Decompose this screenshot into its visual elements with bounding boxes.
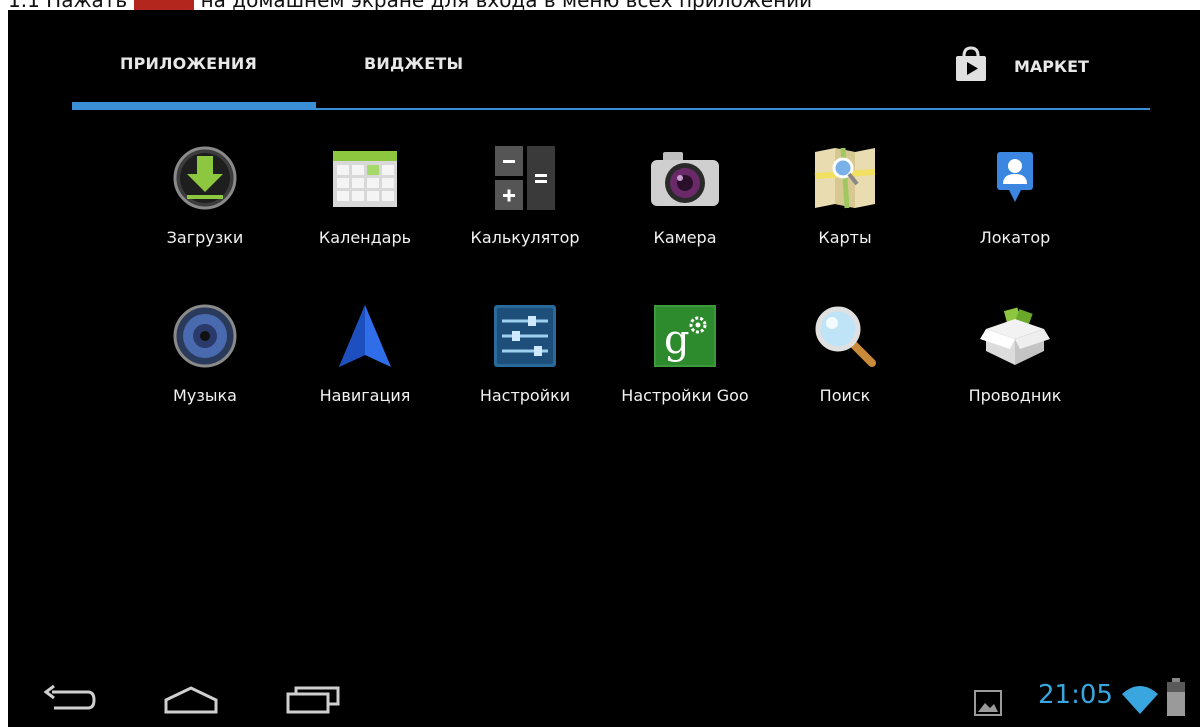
app-label: Карты (818, 228, 872, 247)
camera-icon (649, 142, 721, 214)
back-icon (43, 684, 96, 710)
app-label: Поиск (819, 386, 871, 405)
maps-icon (809, 142, 881, 214)
app-downloads[interactable]: Загрузки (130, 142, 280, 247)
app-google-settings[interactable]: g Настройки Goo (610, 300, 760, 405)
app-music[interactable]: Музыка (130, 300, 280, 405)
wifi-icon (1120, 682, 1160, 720)
locator-icon (979, 142, 1051, 214)
app-label: Навигация (319, 386, 411, 405)
tab-apps[interactable]: ПРИЛОЖЕНИЯ (120, 54, 257, 73)
app-label: Проводник (968, 386, 1062, 405)
app-settings[interactable]: Настройки (450, 300, 600, 405)
app-search[interactable]: Поиск (770, 300, 920, 405)
google-settings-icon: g (649, 300, 721, 372)
home-icon (164, 686, 218, 714)
app-label: Загрузки (166, 228, 244, 247)
recent-apps-button[interactable] (286, 684, 344, 720)
app-label: Настройки (479, 386, 571, 405)
app-navigation[interactable]: Навигация (290, 300, 440, 405)
clock[interactable]: 21:05 (1038, 680, 1113, 710)
gallery-notification-icon[interactable] (974, 690, 1002, 720)
music-icon (169, 300, 241, 372)
android-screen: ПРИЛОЖЕНИЯ ВИДЖЕТЫ МАРКЕТ Загрузки Кален… (8, 10, 1200, 727)
app-drawer-tabs: ПРИЛОЖЕНИЯ ВИДЖЕТЫ МАРКЕТ (8, 10, 1200, 120)
app-label: Калькулятор (470, 228, 580, 247)
market-button[interactable]: МАРКЕТ (954, 46, 1089, 86)
app-maps[interactable]: Карты (770, 142, 920, 247)
battery-icon (1166, 678, 1186, 722)
app-file-explorer[interactable]: Проводник (940, 300, 1090, 405)
calendar-icon (329, 142, 401, 214)
app-label: Локатор (979, 228, 1051, 247)
svg-text:g: g (664, 317, 690, 363)
navigation-icon (329, 300, 401, 372)
app-calculator[interactable]: Калькулятор (450, 142, 600, 247)
download-icon (169, 142, 241, 214)
settings-icon (489, 300, 561, 372)
home-button[interactable] (162, 684, 220, 720)
file-explorer-icon (979, 300, 1051, 372)
app-locator[interactable]: Локатор (940, 142, 1090, 247)
app-label: Календарь (318, 228, 412, 247)
market-label: МАРКЕТ (1014, 56, 1089, 76)
calculator-icon (489, 142, 561, 214)
search-icon (809, 300, 881, 372)
app-label: Музыка (173, 386, 237, 405)
app-label: Настройки Goo (621, 386, 749, 405)
app-camera[interactable]: Камера (610, 142, 760, 247)
back-button[interactable] (40, 684, 98, 720)
app-label: Камера (653, 228, 717, 247)
app-calendar[interactable]: Календарь (290, 142, 440, 247)
active-tab-indicator (72, 102, 316, 109)
recent-apps-icon (286, 686, 340, 714)
tab-widgets[interactable]: ВИДЖЕТЫ (364, 54, 463, 73)
system-bar: 21:05 (8, 670, 1200, 727)
market-bag-icon (954, 46, 988, 86)
